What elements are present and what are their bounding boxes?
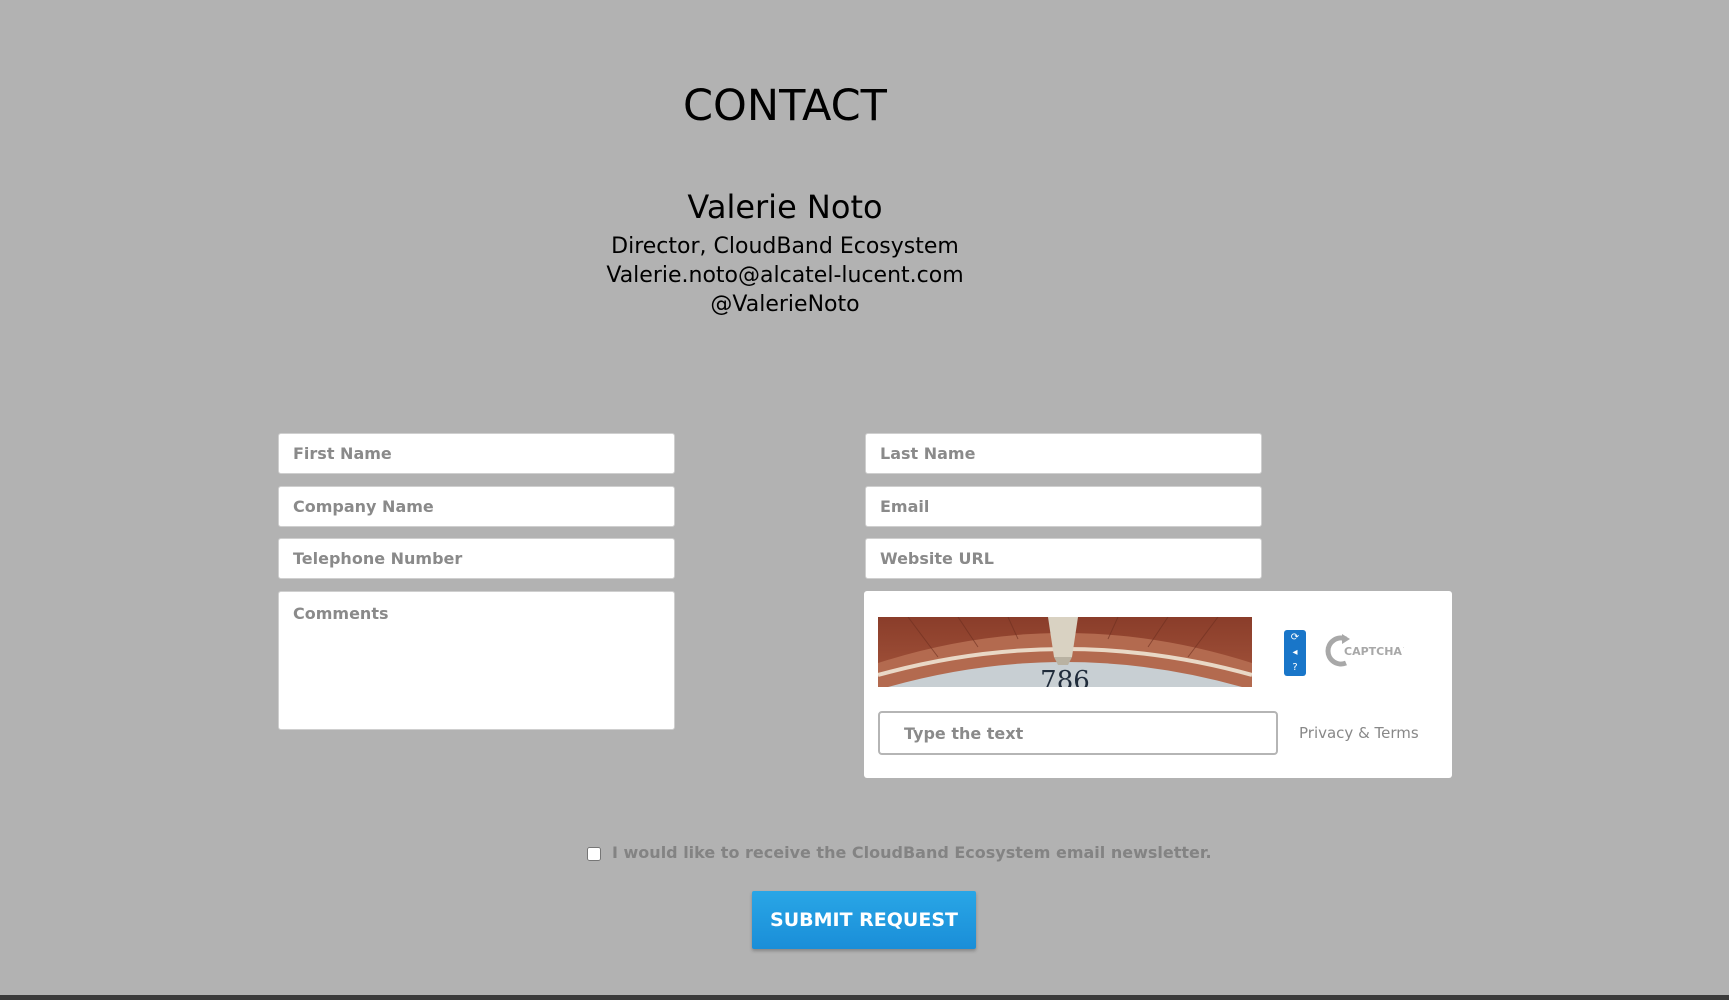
footer-bar [0,995,1729,1000]
email-input[interactable] [865,486,1262,527]
first-name-input[interactable] [278,433,675,474]
company-name-input[interactable] [278,486,675,527]
contact-twitter-handle[interactable]: @ValerieNoto [0,290,1570,319]
help-icon[interactable]: ? [1287,662,1303,674]
refresh-icon[interactable]: ⟳ [1287,632,1303,644]
page-title: CONTACT [683,81,887,131]
recaptcha-logo-text: CAPTCHA™ [1344,645,1404,658]
newsletter-label[interactable]: I would like to receive the CloudBand Ec… [612,842,1212,864]
privacy-terms-link[interactable]: Privacy & Terms [1299,723,1419,743]
audio-icon[interactable]: ◂ [1287,647,1303,659]
captcha-image: 786 [878,617,1252,687]
contact-email[interactable]: Valerie.noto@alcatel-lucent.com [0,261,1570,290]
contact-role: Director, CloudBand Ecosystem [611,234,959,259]
newsletter-checkbox[interactable] [587,847,601,861]
contact-name: Valerie Noto [687,188,883,226]
submit-request-button[interactable]: SUBMIT REQUEST [752,891,976,949]
captcha-controls: ⟳ ◂ ? [1284,630,1306,676]
captcha-challenge-text: 786 [1040,666,1090,687]
last-name-input[interactable] [865,433,1262,474]
captcha-widget: 786 ⟳ ◂ ? CAPTCHA™ Privacy & Terms [864,591,1452,778]
captcha-response-input[interactable] [878,711,1278,755]
comments-textarea[interactable] [278,591,675,730]
recaptcha-logo: CAPTCHA™ [1324,631,1413,671]
telephone-input[interactable] [278,538,675,579]
website-url-input[interactable] [865,538,1262,579]
